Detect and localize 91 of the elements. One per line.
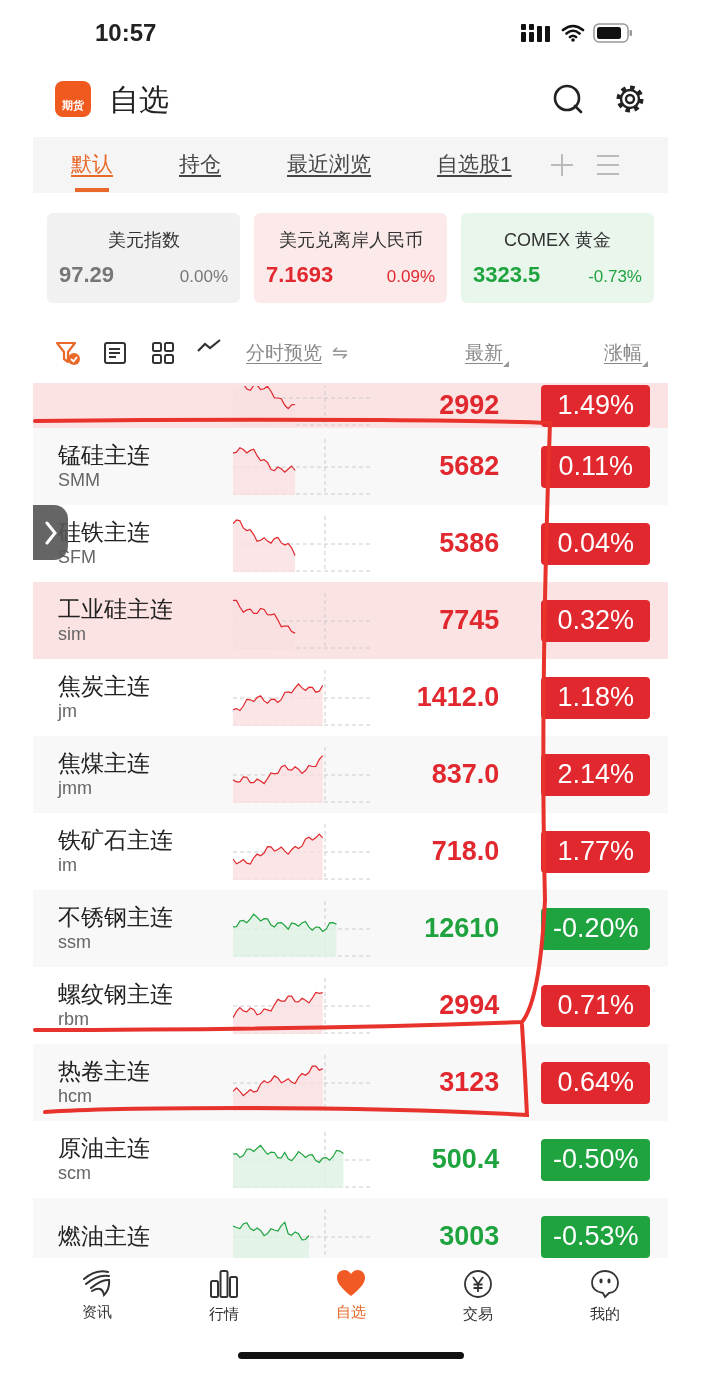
contract-name: 铁矿石主连: [58, 826, 173, 855]
index-name: 美元兑离岸人民币: [277, 229, 424, 252]
tab[interactable]: 持仓: [179, 138, 221, 192]
nav-tab[interactable]: 行情: [160, 1268, 287, 1336]
line-chart-icon[interactable]: [197, 339, 221, 353]
contract-code: ssm: [58, 931, 92, 954]
tab[interactable]: 自选股1: [437, 138, 512, 192]
wifi-icon: [561, 23, 585, 42]
change-badge: 1.77%: [541, 830, 650, 873]
contract-code: jmm: [58, 777, 93, 800]
contract-name: 工业硅主连: [58, 595, 173, 624]
index-value: 7.1693: [266, 261, 334, 289]
quote-row[interactable]: 焦煤主连 jmm 837.0 2.14%: [33, 736, 668, 813]
index-card[interactable]: 美元指数 97.29 0.00%: [47, 213, 240, 303]
change-badge: -0.20%: [541, 907, 650, 950]
latest-price: 718.0: [430, 835, 500, 869]
nav-tab[interactable]: 资讯: [33, 1268, 160, 1336]
index-change: 0.00%: [179, 266, 228, 288]
chevron-icon: [44, 520, 57, 545]
change-badge: 0.11%: [541, 445, 650, 488]
latest-price: 500.4: [430, 1143, 500, 1177]
index-change: -0.73%: [588, 266, 642, 288]
contract-code: scm: [58, 1162, 92, 1185]
filter-icon[interactable]: [55, 340, 81, 366]
battery-icon: [593, 22, 633, 43]
page-title: 自选: [109, 81, 169, 118]
contract-code: jm: [58, 700, 78, 723]
sort-icon: [503, 361, 509, 368]
contract-name: 焦炭主连: [58, 672, 151, 701]
settings-icon[interactable]: [614, 83, 646, 115]
quote-row[interactable]: 燃油主连 3003 -0.53%: [33, 1198, 668, 1258]
latest-price: 3123: [438, 1066, 500, 1100]
price-sort[interactable]: 最新: [465, 338, 503, 368]
change-badge: 0.71%: [541, 984, 650, 1027]
contract-name: 不锈钢主连: [58, 903, 173, 932]
tab[interactable]: 最近浏览: [287, 138, 371, 192]
contract-name: 焦煤主连: [58, 749, 151, 778]
latest-price: 837.0: [430, 758, 500, 792]
quote-row[interactable]: 锰硅主连 SMM 5682 0.11%: [33, 428, 668, 505]
bar-chart-icon: [208, 1269, 239, 1299]
index-change: 0.09%: [386, 266, 435, 288]
change-badge: 0.64%: [541, 1061, 650, 1104]
latest-price: 5386: [438, 527, 500, 561]
index-card[interactable]: COMEX 黄金 3323.5 -0.73%: [461, 213, 654, 303]
contract-name: 原油主连: [58, 1134, 151, 1163]
nav-tab[interactable]: 交易: [414, 1268, 541, 1336]
change-badge: 1.49%: [541, 384, 650, 427]
quote-row[interactable]: 热卷主连 hcm 3123 0.64%: [33, 1044, 668, 1121]
contract-code: sim: [58, 623, 87, 646]
latest-price: 5682: [438, 450, 500, 484]
sort-icon: [642, 361, 648, 368]
change-sort[interactable]: 涨幅: [604, 338, 642, 368]
latest-price: 2994: [438, 989, 500, 1023]
contract-name: 锰硅主连: [58, 441, 151, 470]
latest-price: 1412.0: [415, 681, 500, 715]
latest-price: 2992: [438, 389, 500, 423]
contract-code: rbm: [58, 1008, 90, 1031]
change-badge: 1.18%: [541, 676, 650, 719]
list-icon[interactable]: [103, 341, 127, 365]
contract-code: SMM: [58, 469, 101, 492]
feather-icon: [81, 1269, 112, 1297]
app-logo: 期货: [55, 81, 91, 117]
face-bubble-icon: [589, 1269, 620, 1299]
nav-tab[interactable]: 我的: [541, 1268, 668, 1336]
latest-price: 3003: [438, 1220, 500, 1254]
index-value: 97.29: [59, 261, 115, 289]
change-badge: 0.04%: [541, 522, 650, 565]
latest-price: 7745: [438, 604, 500, 638]
search-icon[interactable]: [552, 83, 584, 115]
contract-code: im: [58, 854, 78, 877]
contract-name: 燃油主连: [58, 1222, 151, 1251]
contract-name: 热卷主连: [58, 1057, 151, 1086]
contract-code: hcm: [58, 1085, 93, 1108]
index-value: 3323.5: [473, 261, 541, 289]
change-badge: 0.32%: [541, 599, 650, 642]
latest-price: 12610: [423, 912, 500, 946]
change-badge: -0.50%: [541, 1138, 650, 1181]
quote-row[interactable]: 不锈钢主连 ssm 12610 -0.20%: [33, 890, 668, 967]
quote-row[interactable]: 工业硅主连 sim 7745 0.32%: [33, 582, 668, 659]
contract-name: 螺纹钢主连: [58, 980, 173, 1009]
signal-icon: [521, 23, 553, 42]
index-name: 美元指数: [106, 229, 181, 252]
index-card[interactable]: 美元兑离岸人民币 7.1693 0.09%: [254, 213, 447, 303]
grid-icon[interactable]: [151, 341, 175, 365]
yen-coin-icon: [462, 1269, 493, 1299]
index-name: COMEX 黄金: [503, 229, 612, 252]
change-badge: -0.53%: [541, 1215, 650, 1258]
heart-icon: [335, 1269, 366, 1297]
quote-row[interactable]: 2992 1.49%: [33, 383, 668, 428]
preview-toggle[interactable]: 分时预览: [246, 338, 322, 368]
status-time: 10:57: [95, 17, 157, 48]
